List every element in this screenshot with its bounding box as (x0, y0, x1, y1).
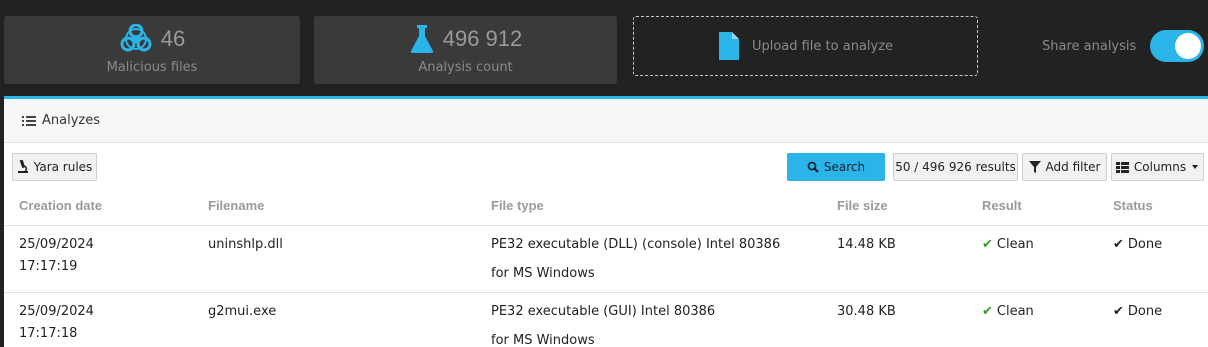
columns-icon (1115, 161, 1129, 173)
status-cell: ✔ Done (1098, 225, 1208, 293)
column-header-filename[interactable]: Filename (193, 187, 476, 226)
share-analysis-label: Share analysis (1042, 38, 1137, 54)
analyzes-panel: Analyzes Yara rules Search 50 / 496 926 … (4, 96, 1208, 347)
status-cell: ✔ Done (1098, 292, 1208, 347)
file-type-line1: PE32 executable (DLL) (console) Intel 80… (491, 236, 781, 252)
result-cell: ✔ Clean (967, 292, 1098, 347)
file-type-cell: PE32 executable (DLL) (console) Intel 80… (476, 225, 822, 293)
malicious-files-label: Malicious files (106, 60, 198, 75)
check-icon: ✔ (1113, 236, 1124, 252)
file-type-line2: for MS Windows (491, 265, 595, 281)
add-filter-label: Add filter (1045, 160, 1101, 174)
status-label: Done (1127, 303, 1163, 319)
result-label: Clean (996, 236, 1034, 252)
caret-down-icon (1191, 164, 1199, 170)
creation-date: 25/09/2024 (19, 303, 94, 319)
creation-date: 25/09/2024 (19, 236, 94, 252)
yara-rules-button[interactable]: Yara rules (12, 153, 97, 181)
search-button[interactable]: Search (787, 153, 885, 181)
malicious-files-card: 46 Malicious files (4, 16, 300, 84)
creation-date-cell: 25/09/2024 17:17:19 (4, 225, 193, 293)
columns-button[interactable]: Columns (1111, 153, 1204, 181)
column-header-status[interactable]: Status (1098, 187, 1208, 226)
share-analysis-toggle[interactable] (1150, 30, 1205, 62)
toggle-knob (1175, 33, 1202, 59)
analysis-count-label: Analysis count (418, 60, 513, 75)
file-icon (718, 31, 740, 61)
list-icon (22, 115, 36, 127)
malicious-files-count: 46 (160, 26, 186, 51)
file-size-cell: 30.48 KB (822, 292, 967, 347)
panel-title: Analyzes (42, 113, 100, 128)
filter-icon (1028, 161, 1041, 173)
upload-label: Upload file to analyze (751, 38, 894, 54)
column-header-creation-date[interactable]: Creation date (4, 187, 193, 226)
column-header-file-type[interactable]: File type (476, 187, 822, 226)
flask-icon (409, 24, 435, 54)
add-filter-button[interactable]: Add filter (1022, 153, 1107, 181)
search-icon (807, 161, 819, 173)
file-type-line1: PE32 executable (GUI) Intel 80386 (491, 303, 716, 319)
analysis-count-value: 496 912 (442, 26, 523, 51)
creation-time: 17:17:19 (19, 258, 78, 274)
columns-label: Columns (1133, 160, 1187, 174)
search-label: Search (823, 160, 866, 174)
panel-header: Analyzes (4, 99, 1208, 143)
column-header-result[interactable]: Result (967, 187, 1098, 226)
table-row[interactable]: 25/09/2024 17:17:18 g2mui.exe PE32 execu… (4, 292, 1208, 347)
filename-cell[interactable]: g2mui.exe (193, 292, 476, 347)
check-icon: ✔ (982, 303, 993, 319)
column-header-file-size[interactable]: File size (822, 187, 967, 226)
results-count: 50 / 496 926 results (893, 153, 1018, 181)
file-type-line2: for MS Windows (491, 332, 595, 347)
creation-date-cell: 25/09/2024 17:17:18 (4, 292, 193, 347)
upload-dropzone[interactable]: Upload file to analyze (633, 16, 978, 76)
yara-rules-label: Yara rules (33, 160, 93, 174)
analyses-table: Creation date Filename File type File si… (4, 187, 1208, 347)
microscope-icon (17, 160, 29, 174)
creation-time: 17:17:18 (19, 325, 78, 341)
analysis-count-card: 496 912 Analysis count (314, 16, 617, 84)
result-label: Clean (996, 303, 1034, 319)
filename-cell[interactable]: uninshlp.dll (193, 225, 476, 293)
check-icon: ✔ (982, 236, 993, 252)
file-type-cell: PE32 executable (GUI) Intel 80386 for MS… (476, 292, 822, 347)
check-icon: ✔ (1113, 303, 1124, 319)
status-label: Done (1127, 236, 1163, 252)
table-header-row: Creation date Filename File type File si… (4, 187, 1208, 226)
share-analysis: Share analysis (1042, 30, 1205, 62)
table-row[interactable]: 25/09/2024 17:17:19 uninshlp.dll PE32 ex… (4, 225, 1208, 293)
result-cell: ✔ Clean (967, 225, 1098, 293)
file-size-cell: 14.48 KB (822, 225, 967, 293)
biohazard-icon (119, 24, 153, 54)
